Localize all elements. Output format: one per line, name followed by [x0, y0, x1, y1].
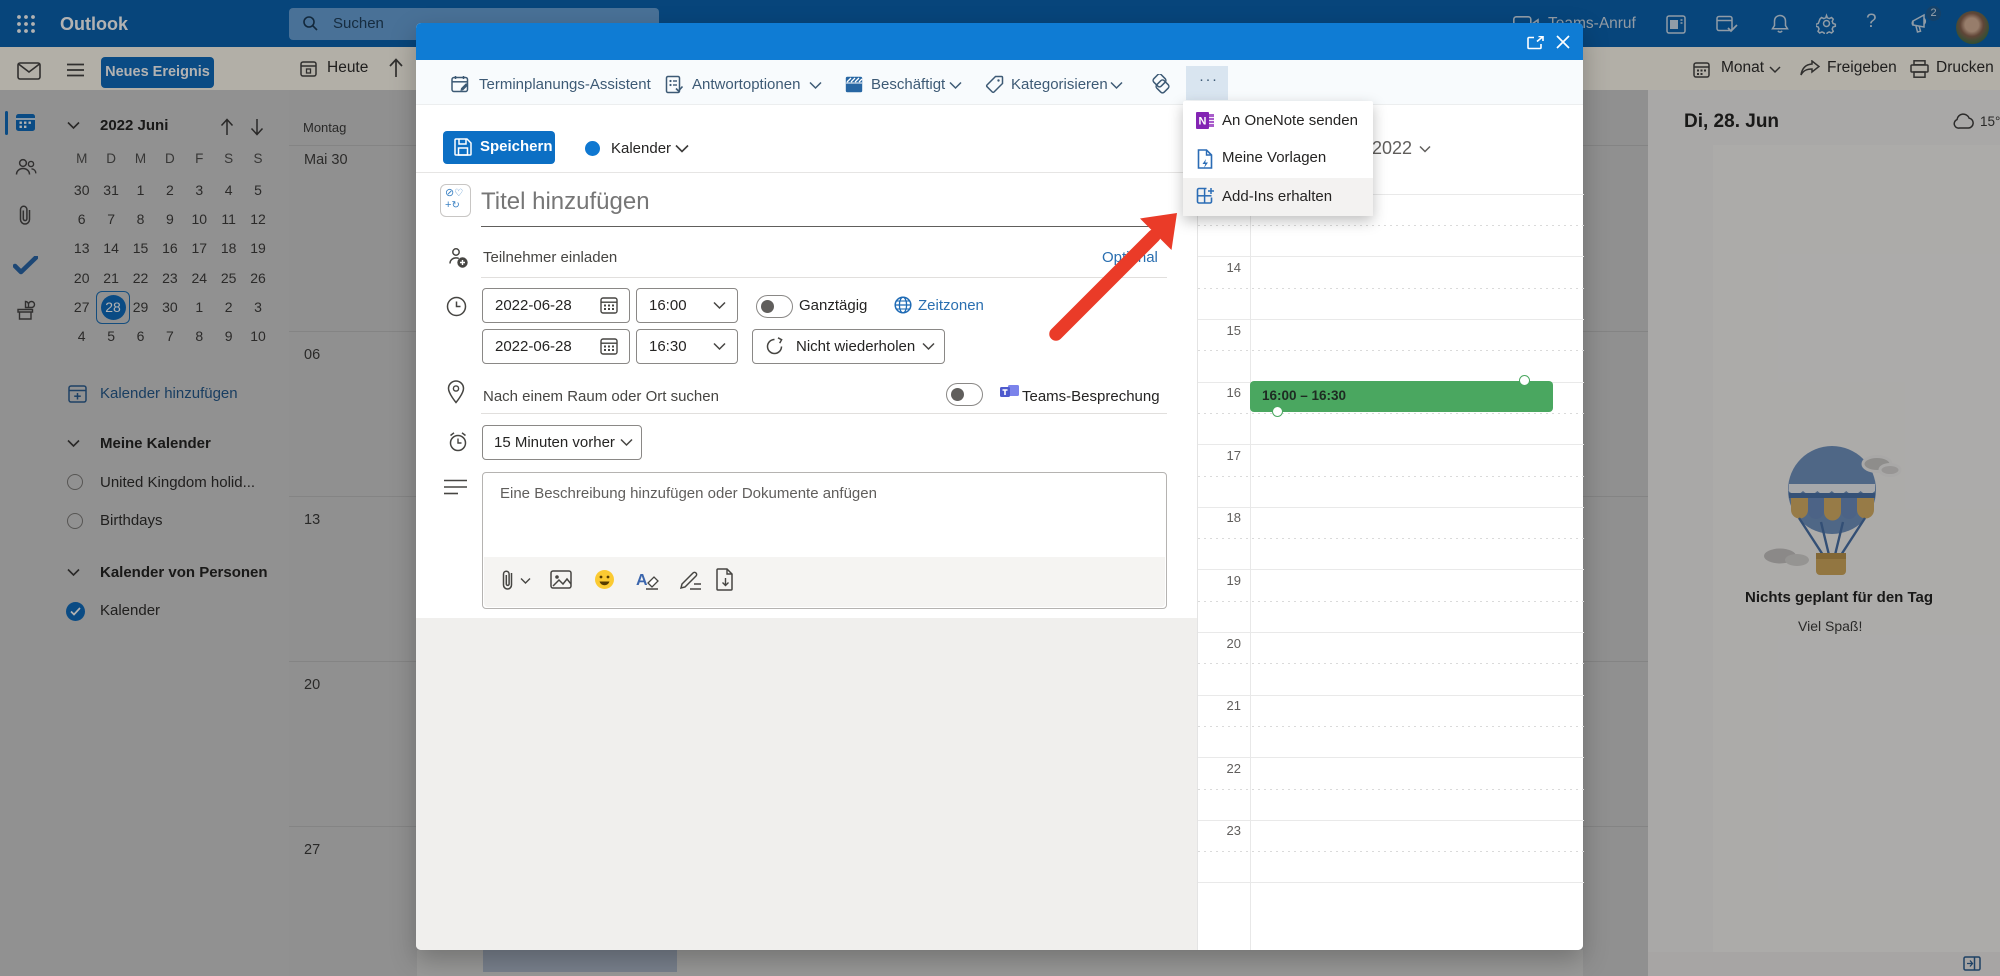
svg-text:N: N [1199, 116, 1207, 128]
svg-text:A: A [636, 572, 648, 589]
